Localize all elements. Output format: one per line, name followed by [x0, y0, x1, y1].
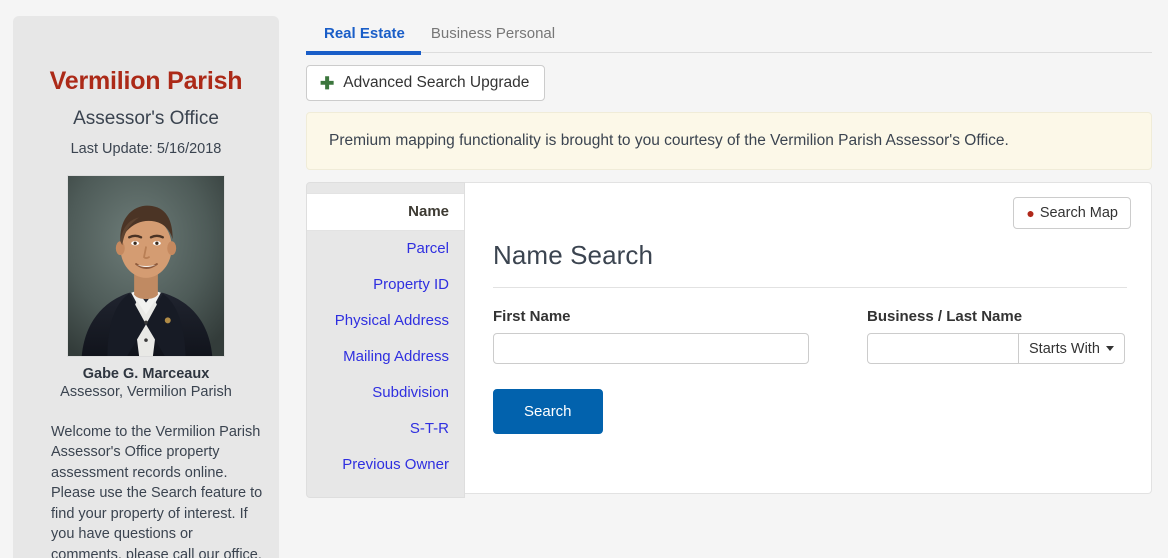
portrait-image — [68, 175, 224, 356]
last-name-field-group: Business / Last Name Starts With — [867, 308, 1127, 364]
first-name-label: First Name — [493, 308, 571, 325]
map-marker-icon: ● — [1026, 205, 1035, 221]
page-root: Vermilion Parish Assessor's Office Last … — [0, 0, 1168, 558]
last-name-input[interactable] — [867, 333, 1019, 364]
alert-message: Premium mapping functionality is brought… — [329, 132, 1009, 149]
search-nav-item-s-t-r[interactable]: S-T-R — [307, 411, 464, 447]
last-name-input-group: Starts With — [867, 333, 1127, 364]
search-type-nav: Name Parcel Property ID Physical Address… — [306, 182, 465, 498]
tab-business-personal[interactable]: Business Personal — [418, 25, 568, 52]
assessor-role: Assessor, Vermilion Parish — [60, 383, 232, 400]
match-mode-dropdown[interactable]: Starts With — [1019, 333, 1125, 364]
search-nav-item-property-id[interactable]: Property ID — [307, 267, 464, 303]
assessor-photo — [67, 174, 225, 357]
search-button[interactable]: Search — [493, 389, 603, 434]
search-nav-item-name[interactable]: Name — [307, 193, 464, 231]
search-nav-item-mailing-address[interactable]: Mailing Address — [307, 339, 464, 375]
page-title: Vermilion Parish — [49, 67, 243, 95]
last-update-text: Last Update: 5/16/2018 — [70, 140, 222, 157]
assessor-name: Gabe G. Marceaux — [82, 365, 210, 382]
search-nav-item-physical-address[interactable]: Physical Address — [307, 303, 464, 339]
premium-mapping-alert: Premium mapping functionality is brought… — [306, 112, 1152, 170]
office-subtitle: Assessor's Office — [73, 107, 219, 129]
search-nav-item-parcel[interactable]: Parcel — [307, 231, 464, 267]
match-mode-label: Starts With — [1029, 340, 1100, 357]
plus-icon: ✚ — [320, 73, 335, 93]
tab-real-estate[interactable]: Real Estate — [306, 25, 421, 55]
advanced-search-upgrade-button[interactable]: ✚ Advanced Search Upgrade — [306, 65, 546, 101]
welcome-text: Welcome to the Vermilion Parish Assessor… — [51, 423, 263, 558]
name-search-form: ● Search Map Name Search First Name Busi… — [465, 182, 1152, 494]
main-content: Real Estate Business Personal ✚ Advanced… — [306, 14, 1152, 498]
search-map-label: Search Map — [1039, 205, 1118, 221]
search-nav-item-previous-owner[interactable]: Previous Owner — [307, 447, 464, 483]
search-nav-item-subdivision[interactable]: Subdivision — [307, 375, 464, 411]
first-name-field-group: First Name — [493, 308, 809, 364]
advanced-search-upgrade-label: Advanced Search Upgrade — [343, 74, 530, 91]
first-name-input[interactable] — [493, 333, 809, 364]
chevron-down-icon — [1105, 346, 1114, 351]
sidebar: Vermilion Parish Assessor's Office Last … — [13, 16, 279, 558]
search-panel: Name Parcel Property ID Physical Address… — [306, 182, 1152, 498]
form-title: Name Search — [493, 240, 1127, 288]
search-map-button[interactable]: ● Search Map — [1013, 197, 1131, 229]
form-fields: First Name Business / Last Name Starts W… — [493, 308, 1127, 364]
last-name-label: Business / Last Name — [867, 308, 1023, 325]
tab-bar: Real Estate Business Personal — [306, 14, 1152, 55]
